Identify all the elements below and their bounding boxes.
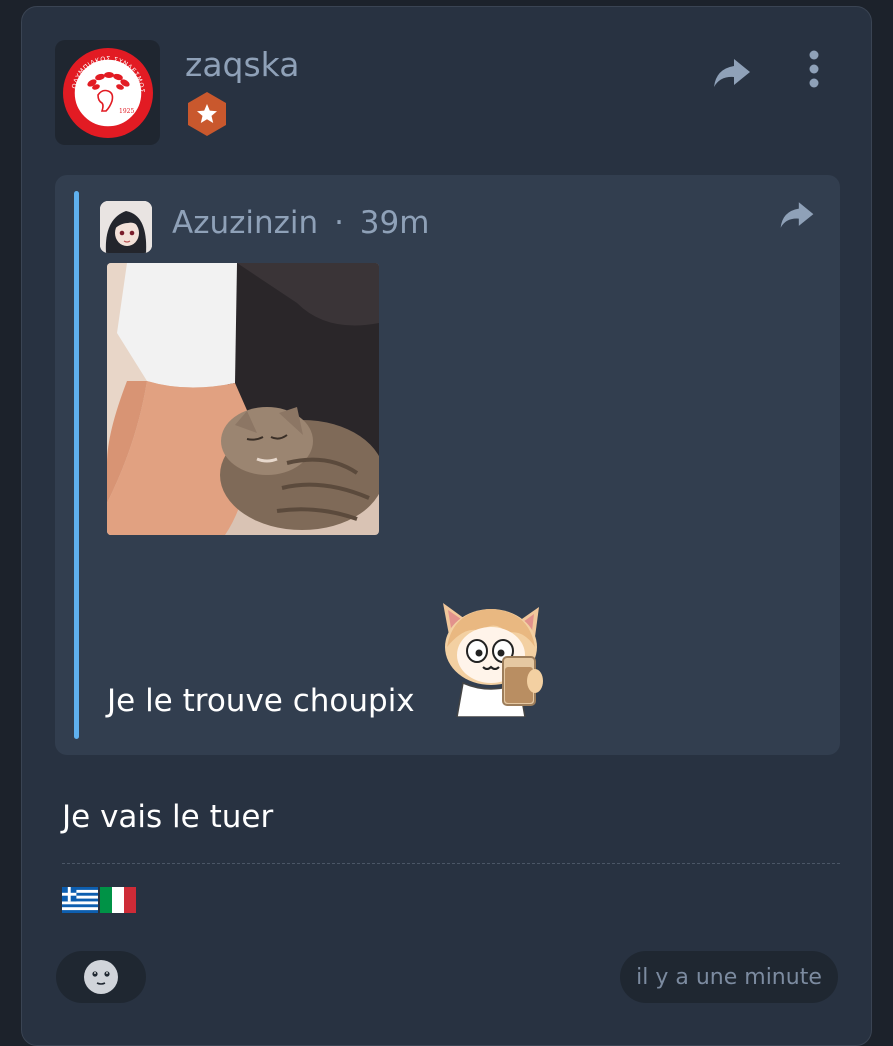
greece-flag-icon (62, 887, 98, 913)
quote-separator: · (334, 205, 344, 241)
author-avatar[interactable]: 1925 ΟΛΥΜΠΙΑΚΟΣ ΣΥΝΔΕΣΜΟΣ ΦΙΛΑΘΛΩΝ ΠΕΙΡΑ… (55, 40, 160, 145)
neco-arc-sticker (443, 603, 543, 717)
olympiacos-crest-icon: 1925 ΟΛΥΜΠΙΑΚΟΣ ΣΥΝΔΕΣΜΟΣ ΦΙΛΑΘΛΩΝ ΠΕΙΡΑ… (62, 47, 153, 138)
star-hexagon-badge-icon (188, 92, 226, 136)
kebab-menu-icon[interactable] (800, 47, 828, 91)
post-timestamp: il y a une minute (620, 951, 838, 1003)
quoted-post[interactable]: Azuzinzin · 39m Je le trouve choupix (55, 175, 840, 755)
quote-author-name[interactable]: Azuzinzin (172, 205, 318, 241)
quote-time: 39m (359, 205, 430, 241)
share-arrow-icon[interactable] (710, 51, 754, 95)
quote-text: Je le trouve choupix (107, 683, 415, 719)
author-username[interactable]: zaqska (185, 45, 299, 84)
emoji-reaction-icon (84, 960, 118, 994)
anime-avatar-icon (100, 201, 152, 253)
add-reaction-button[interactable] (56, 951, 146, 1003)
quote-accent-bar (74, 191, 79, 739)
flag-list (62, 887, 136, 913)
post-body-text: Je vais le tuer (62, 799, 274, 835)
crest-year: 1925 (119, 108, 134, 115)
kitten-photo-image (107, 263, 379, 535)
kitten-photo[interactable] (107, 263, 379, 535)
italy-flag-icon (100, 887, 136, 913)
quote-author-row: Azuzinzin · 39m (172, 205, 429, 241)
post-timestamp-label: il y a une minute (636, 964, 822, 990)
share-arrow-icon[interactable] (777, 195, 817, 235)
divider (62, 863, 840, 864)
quote-author-avatar[interactable] (100, 201, 152, 253)
post-card: 1925 ΟΛΥΜΠΙΑΚΟΣ ΣΥΝΔΕΣΜΟΣ ΦΙΛΑΘΛΩΝ ΠΕΙΡΑ… (21, 6, 872, 1046)
